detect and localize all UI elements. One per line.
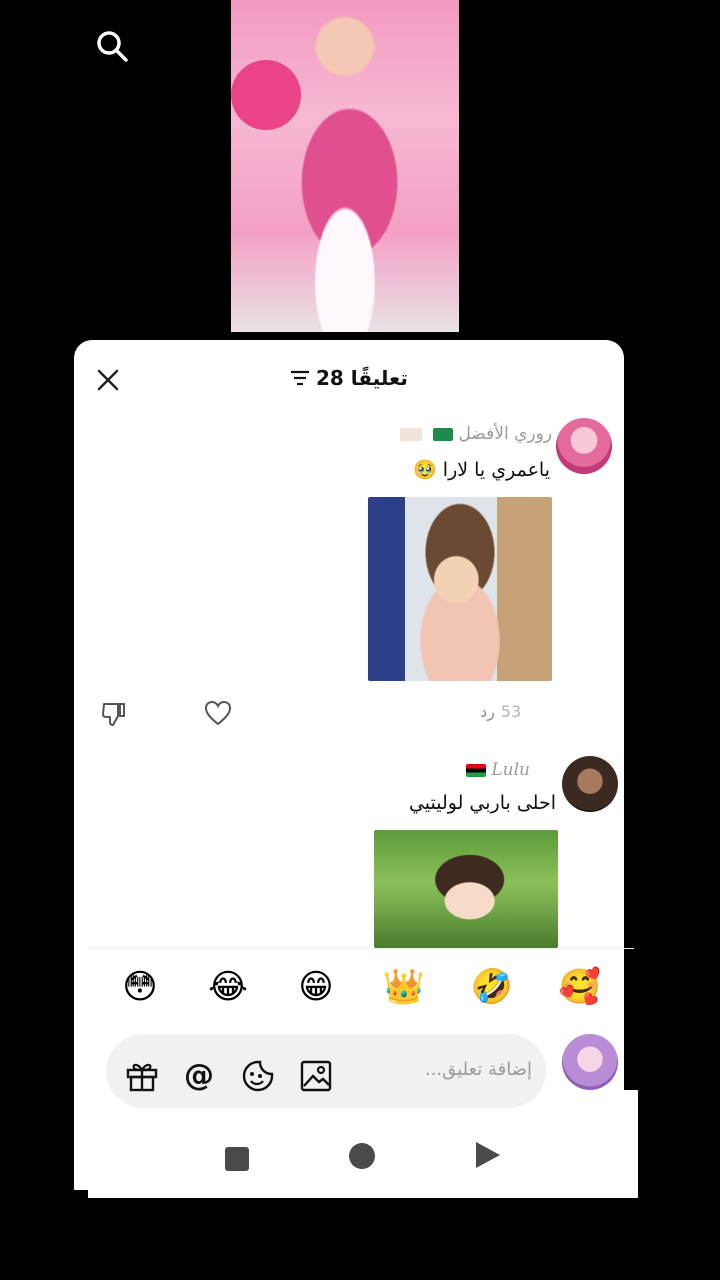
emoji-grin[interactable]: 😁 [286,970,346,1004]
like-count: 53 [500,702,522,721]
search-icon[interactable] [92,26,132,66]
heart-icon[interactable] [204,700,232,726]
saudi-flag-icon [433,427,454,441]
sticker-icon[interactable] [240,1058,276,1094]
comments-header: 28 تعليقًا [290,362,408,394]
flag-icon [399,427,422,441]
close-icon[interactable] [94,366,122,394]
comment-username[interactable]: روري الأفضل [394,424,552,444]
recents-button[interactable] [225,1147,249,1171]
back-button[interactable] [476,1142,500,1168]
image-icon[interactable] [298,1058,334,1094]
dislike-icon[interactable] [100,700,128,728]
comment-text: ياعمري يا لارا 🥹 [413,459,550,481]
emoji-smiling-hearts[interactable]: 🥰 [550,970,610,1004]
comment-input[interactable] [380,1048,534,1090]
emoji-tears-of-joy[interactable]: 😂 [198,970,258,1004]
avatar[interactable] [556,418,612,474]
comment-username[interactable]: Lulu [460,760,530,780]
gift-icon[interactable] [124,1058,160,1094]
comment-meta: رد 53 [480,702,521,721]
reply-button[interactable]: رد [480,702,495,721]
flag-icon [465,764,486,777]
comment-image[interactable] [374,830,558,948]
comment-text: احلى باربي لوليتيي [408,792,556,814]
comment-count-title: 28 تعليقًا [316,366,408,390]
divider [88,948,634,949]
mention-icon[interactable]: @ [181,1057,217,1093]
emoji-quick-bar: 😳 😂 😁 👑 🤣 🥰 [110,962,610,1012]
system-nav-bar [88,1130,638,1186]
avatar[interactable] [562,756,618,812]
emoji-rofl[interactable]: 🤣 [462,970,522,1004]
barbie-logo-shape [231,60,301,130]
video-thumbnail[interactable] [231,0,459,332]
emoji-flushed[interactable]: 😳 [110,970,170,1004]
user-avatar[interactable] [562,1034,618,1090]
home-button[interactable] [349,1143,375,1169]
filter-icon[interactable] [290,370,310,386]
comment-image[interactable] [368,497,552,681]
emoji-crown[interactable]: 👑 [374,970,434,1004]
